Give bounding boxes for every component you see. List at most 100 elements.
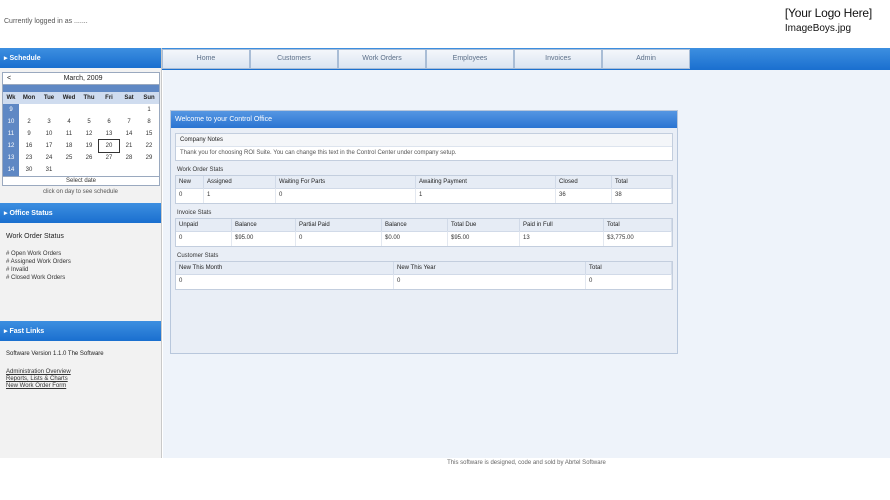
- calendar-day[interactable]: [79, 164, 99, 176]
- fast-link[interactable]: New Work Order Form: [6, 383, 155, 390]
- calendar-day[interactable]: [59, 164, 79, 176]
- calendar-day[interactable]: 18: [59, 140, 79, 152]
- fast-link[interactable]: Reports, Lists & Charts: [6, 376, 155, 383]
- calendar-day[interactable]: 12: [79, 128, 99, 140]
- schedule-header[interactable]: ▸ Schedule: [0, 48, 161, 68]
- calendar-day[interactable]: 7: [119, 116, 139, 128]
- customer-stats-label: Customer Stats: [177, 253, 219, 259]
- office-item[interactable]: # Assigned Work Orders: [6, 258, 155, 266]
- office-item[interactable]: # Invalid: [6, 266, 155, 274]
- calendar-day[interactable]: 5: [79, 116, 99, 128]
- work-order-status-heading: Work Order Status: [6, 233, 64, 240]
- calendar-day[interactable]: 3: [39, 116, 59, 128]
- calendar-day[interactable]: 27: [99, 152, 119, 164]
- calendar-day[interactable]: [99, 164, 119, 176]
- calendar-day[interactable]: [119, 104, 139, 116]
- table-cell[interactable]: $0.00: [382, 231, 448, 246]
- calendar-day[interactable]: 6: [99, 116, 119, 128]
- prev-month-button[interactable]: <: [7, 75, 11, 82]
- table-header: Paid in Full: [520, 219, 604, 231]
- table-cell[interactable]: 1: [204, 188, 276, 203]
- calendar-day[interactable]: [39, 104, 59, 116]
- calendar-day[interactable]: 20: [98, 139, 120, 153]
- login-status: Currently logged in as .......: [4, 18, 88, 25]
- table-header: Assigned: [204, 176, 276, 188]
- table-cell[interactable]: 0: [176, 274, 394, 289]
- office-item[interactable]: # Open Work Orders: [6, 250, 155, 258]
- calendar-hint: click on day to see schedule: [42, 189, 119, 195]
- calendar-day[interactable]: 13: [99, 128, 119, 140]
- table-cell[interactable]: 0: [394, 274, 586, 289]
- calendar-day[interactable]: [59, 104, 79, 116]
- office-status-header[interactable]: ▸ Office Status: [0, 203, 161, 223]
- table-cell[interactable]: 0: [296, 231, 382, 246]
- calendar-day[interactable]: 16: [19, 140, 39, 152]
- tab-work-orders[interactable]: Work Orders: [338, 49, 426, 69]
- table-cell[interactable]: 36: [556, 188, 612, 203]
- calendar-day[interactable]: 2: [19, 116, 39, 128]
- calendar-grid: Wk Mon Tue Wed Thu Fri Sat Sun 9 1 10 2 3 4 5 6 7 8 11 9 10 1…: [3, 92, 159, 176]
- calendar-day[interactable]: 21: [119, 140, 139, 152]
- calendar-day[interactable]: 4: [59, 116, 79, 128]
- calendar-day[interactable]: 14: [119, 128, 139, 140]
- table-cell[interactable]: $95.00: [448, 231, 520, 246]
- table-cell[interactable]: 0: [276, 188, 416, 203]
- calendar-day[interactable]: [139, 164, 159, 176]
- tab-employees[interactable]: Employees: [426, 49, 514, 69]
- calendar-today-button[interactable]: Select date: [3, 176, 159, 185]
- expand-icon: ▸: [4, 55, 8, 62]
- calendar-day[interactable]: [79, 104, 99, 116]
- calendar-day-header: Mon: [19, 92, 39, 104]
- calendar-day[interactable]: 29: [139, 152, 159, 164]
- calendar-day[interactable]: 1: [139, 104, 159, 116]
- office-item[interactable]: # Closed Work Orders: [6, 274, 155, 282]
- calendar-day[interactable]: 30: [19, 164, 39, 176]
- table-header: Balance: [232, 219, 296, 231]
- calendar-day[interactable]: [19, 104, 39, 116]
- calendar-day[interactable]: [119, 164, 139, 176]
- table-cell[interactable]: 0: [586, 274, 672, 289]
- header: Currently logged in as ....... [Your Log…: [0, 0, 890, 46]
- calendar-week-number: 12: [3, 140, 19, 152]
- company-notes: Company Notes Thank you for choosing ROI…: [175, 133, 673, 161]
- tab-home[interactable]: Home: [162, 49, 250, 69]
- invoice-stats-table: Unpaid Balance Partial Paid Balance Tota…: [175, 218, 673, 247]
- table-cell[interactable]: 1: [416, 188, 556, 203]
- calendar-day[interactable]: 9: [19, 128, 39, 140]
- calendar-day-header: Wed: [59, 92, 79, 104]
- calendar-band: [3, 85, 159, 92]
- fast-links-header[interactable]: ▸ Fast Links: [0, 321, 161, 341]
- calendar-day[interactable]: 23: [19, 152, 39, 164]
- calendar-month: March, 2009: [63, 75, 103, 82]
- calendar-day[interactable]: 15: [139, 128, 159, 140]
- fast-link[interactable]: Administration Overview: [6, 369, 155, 376]
- calendar-week-number: 9: [3, 104, 19, 116]
- calendar-day-header: Wk: [3, 92, 19, 104]
- table-cell[interactable]: 0: [176, 188, 204, 203]
- calendar-day[interactable]: 28: [119, 152, 139, 164]
- calendar-day[interactable]: 10: [39, 128, 59, 140]
- calendar-day[interactable]: 24: [39, 152, 59, 164]
- tab-customers[interactable]: Customers: [250, 49, 338, 69]
- table-cell[interactable]: 13: [520, 231, 604, 246]
- logo-text: [Your Logo Here]: [784, 6, 872, 20]
- tab-invoices[interactable]: Invoices: [514, 49, 602, 69]
- table-header: Total: [586, 262, 672, 274]
- calendar-day[interactable]: 26: [79, 152, 99, 164]
- calendar-day-header: Tue: [39, 92, 59, 104]
- calendar-day[interactable]: 31: [39, 164, 59, 176]
- table-cell[interactable]: $95.00: [232, 231, 296, 246]
- tab-admin[interactable]: Admin: [602, 49, 690, 69]
- calendar-day[interactable]: 25: [59, 152, 79, 164]
- calendar-day[interactable]: 22: [139, 140, 159, 152]
- calendar-day[interactable]: 11: [59, 128, 79, 140]
- table-cell[interactable]: $3,775.00: [604, 231, 672, 246]
- table-header: New This Month: [176, 262, 394, 274]
- calendar-day[interactable]: [99, 104, 119, 116]
- table-header: Closed: [556, 176, 612, 188]
- table-cell[interactable]: 0: [176, 231, 232, 246]
- calendar-day[interactable]: 17: [39, 140, 59, 152]
- table-cell[interactable]: 38: [612, 188, 672, 203]
- calendar-day[interactable]: 8: [139, 116, 159, 128]
- calendar-day[interactable]: 19: [79, 140, 99, 152]
